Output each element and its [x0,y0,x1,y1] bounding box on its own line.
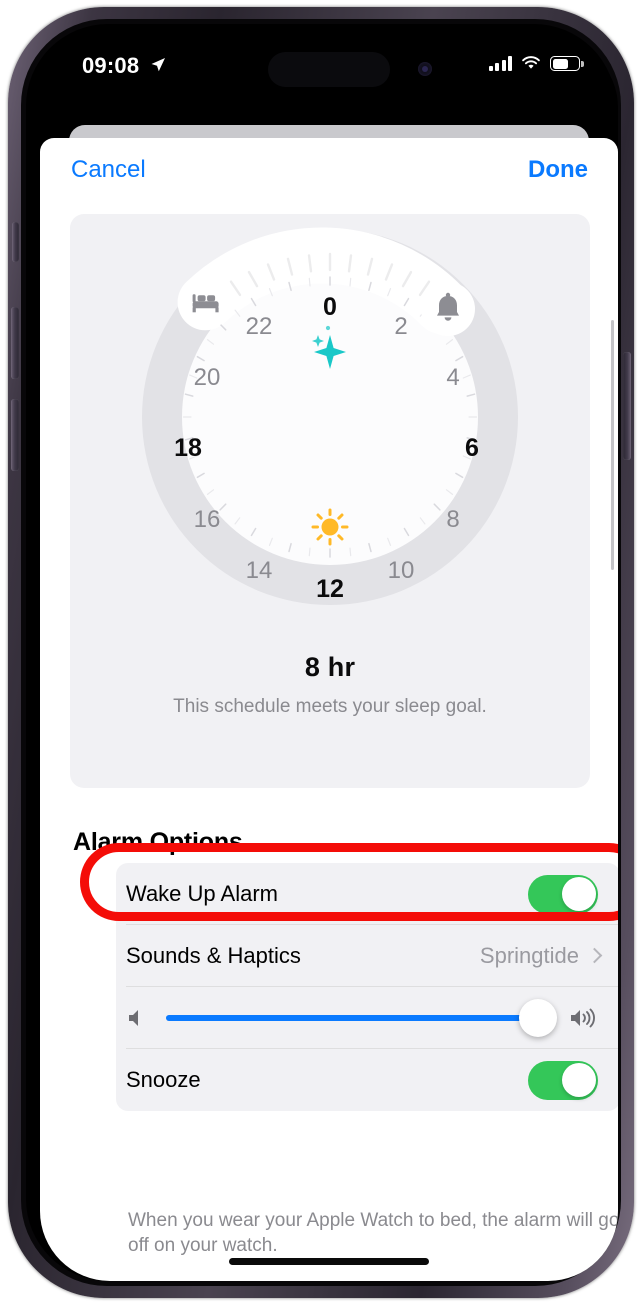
toggle-knob [561,1063,596,1097]
phone-screen: 09:08 Cancel Done 0 2 4 6 8 10 12 14 16 … [40,38,618,1281]
svg-text:12: 12 [316,575,344,603]
sheet-navigation-bar: Cancel Done [40,138,618,202]
scroll-indicator[interactable] [611,320,614,570]
sounds-haptics-label: Sounds & Haptics [126,943,301,968]
home-indicator[interactable] [229,1258,429,1265]
sleep-dial[interactable]: 0 2 4 6 8 10 12 14 16 18 20 22 [135,222,525,612]
speaker-high-icon [570,1008,602,1028]
status-bar-time: 09:08 [82,53,140,78]
svg-text:20: 20 [194,364,221,391]
svg-text:2: 2 [394,313,407,340]
mute-switch[interactable] [12,222,19,262]
apple-watch-footnote: When you wear your Apple Watch to bed, t… [128,1210,618,1257]
svg-text:10: 10 [388,557,415,584]
alarm-options-title: Alarm Options [73,828,243,856]
snooze-label: Snooze [126,1067,201,1092]
wake-up-alarm-row[interactable]: Wake Up Alarm [116,863,618,925]
sun-icon [311,508,349,546]
chevron-right-icon [589,948,598,964]
volume-down-button[interactable] [11,399,19,471]
cancel-button[interactable]: Cancel [71,156,146,184]
snooze-toggle[interactable] [528,1060,598,1100]
svg-text:18: 18 [174,434,202,462]
svg-text:0: 0 [323,293,337,321]
cellular-bars-icon [488,56,512,71]
volume-up-button[interactable] [11,307,19,379]
wifi-icon [522,56,540,69]
power-button[interactable] [623,352,631,460]
slider-knob[interactable] [519,999,558,1037]
svg-text:16: 16 [194,506,221,533]
iphone-device-frame: 09:08 Cancel Done 0 2 4 6 8 10 12 14 16 … [8,7,634,1298]
sleep-duration: 8 hr [304,652,356,682]
svg-text:4: 4 [446,364,459,391]
svg-text:22: 22 [246,313,273,340]
done-button[interactable]: Done [528,156,588,184]
alarm-volume-slider[interactable] [166,999,558,1037]
svg-text:8: 8 [446,506,459,533]
wake-handle [421,282,475,336]
speaker-low-icon [128,1008,150,1028]
wake-up-alarm-label: Wake Up Alarm [126,881,279,906]
alarm-volume-row[interactable] [116,987,618,1049]
bedtime-handle [178,275,233,330]
status-bar-indicators [488,56,584,71]
svg-text:6: 6 [465,434,479,462]
wake-up-alarm-toggle[interactable] [528,874,598,914]
dynamic-island [268,52,432,87]
battery-icon [550,56,584,71]
edit-schedule-sheet: Cancel Done 0 2 4 6 8 10 12 14 16 18 20 … [40,138,618,1281]
sleep-goal-message: This schedule meets your sleep goal. [173,696,487,717]
location-arrow-icon [151,58,165,72]
svg-text:14: 14 [246,557,273,584]
sounds-haptics-row[interactable]: Sounds & Haptics Springtide [116,925,618,987]
sounds-haptics-value: Springtide [479,943,579,968]
sleep-schedule-card: 0 2 4 6 8 10 12 14 16 18 20 22 8 hr This… [70,214,590,788]
snooze-row[interactable]: Snooze [116,1049,618,1111]
front-camera-icon [418,62,432,76]
alarm-options-group: Wake Up Alarm Sounds & Haptics Springtid… [116,863,618,1111]
toggle-knob [561,877,596,911]
slider-fill [166,1015,539,1021]
